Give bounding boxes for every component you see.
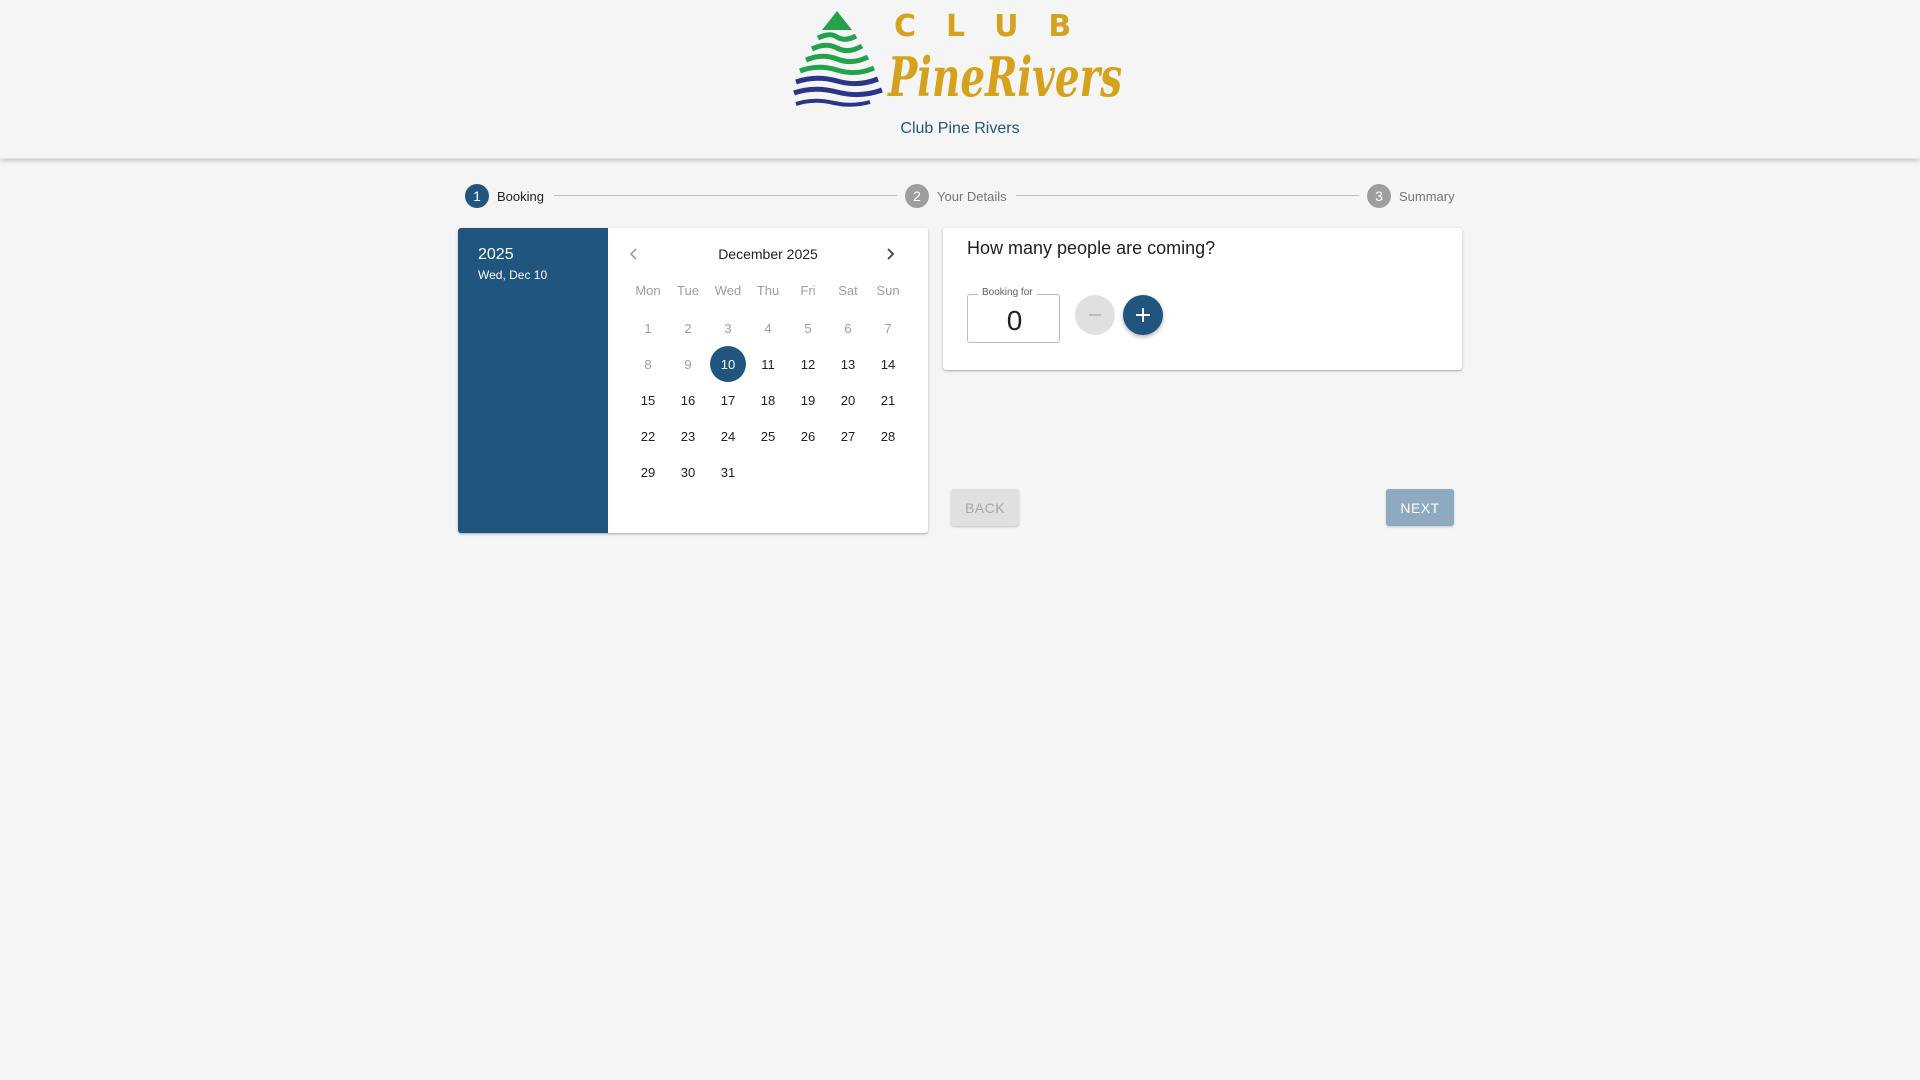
calendar-day[interactable]: 23 xyxy=(670,418,706,454)
step-booking[interactable]: 1 Booking xyxy=(465,184,544,208)
weekday-label: Fri xyxy=(800,282,816,298)
calendar-day[interactable]: 14 xyxy=(870,346,906,382)
weekday-label: Wed xyxy=(714,282,742,298)
step-number: 2 xyxy=(905,184,929,208)
calendar-day: 6 xyxy=(844,320,852,336)
calendar-day[interactable]: 26 xyxy=(790,418,826,454)
calendar-day[interactable]: 21 xyxy=(870,382,906,418)
booking-for-label: Booking for xyxy=(978,287,1037,298)
calendar-day[interactable]: 12 xyxy=(790,346,826,382)
club-pine-rivers-logo: CLUB PineRivers xyxy=(793,9,1122,109)
calendar-week: 8 9 10 11 12 13 14 xyxy=(630,346,910,382)
app-header: CLUB PineRivers Club Pine Rivers xyxy=(0,0,1920,159)
calendar-day[interactable]: 28 xyxy=(870,418,906,454)
calendar: December 2025 Mon Tue Wed Thu Fri Sat Sun 1234… xyxy=(608,228,928,533)
weekday-row: Mon Tue Wed Thu Fri Sat Sun xyxy=(630,280,910,300)
svg-text:PineRivers: PineRivers xyxy=(887,45,1122,109)
calendar-day[interactable]: 31 xyxy=(710,454,746,490)
step-label: Summary xyxy=(1399,188,1455,204)
calendar-day: 1 xyxy=(644,320,652,336)
weekday-label: Sun xyxy=(876,282,900,298)
step-connector xyxy=(554,195,897,196)
selected-date[interactable]: Wed, Dec 10 xyxy=(478,268,547,282)
club-name: Club Pine Rivers xyxy=(900,120,1020,137)
next-month-button[interactable] xyxy=(878,242,902,266)
chevron-right-icon xyxy=(887,248,895,260)
step-number: 1 xyxy=(465,184,489,208)
date-picker: 2025 Wed, Dec 10 December 2025 Mon Tue Wed… xyxy=(458,228,928,533)
calendar-day[interactable]: 29 xyxy=(630,454,666,490)
pine-tree-icon xyxy=(793,11,883,107)
calendar-header: December 2025 xyxy=(608,242,928,266)
minus-icon xyxy=(1089,314,1101,316)
calendar-day: 3 xyxy=(724,320,732,336)
calendar-day[interactable]: 15 xyxy=(630,382,666,418)
step-summary[interactable]: 3 Summary xyxy=(1367,184,1455,208)
calendar-day: 4 xyxy=(764,320,772,336)
calendar-day[interactable]: 17 xyxy=(710,382,746,418)
calendar-day: 2 xyxy=(684,320,692,336)
weekday-label: Tue xyxy=(677,282,699,298)
back-button[interactable]: Back xyxy=(951,489,1019,526)
date-picker-toolbar: 2025 Wed, Dec 10 xyxy=(458,228,608,533)
step-label: Your Details xyxy=(937,188,1007,204)
calendar-day[interactable]: 18 xyxy=(750,382,786,418)
calendar-day[interactable]: 22 xyxy=(630,418,666,454)
weekday-label: Mon xyxy=(635,282,661,298)
decrement-button[interactable] xyxy=(1075,295,1115,335)
calendar-day: 7 xyxy=(884,320,892,336)
svg-text:CLUB: CLUB xyxy=(894,9,1101,44)
calendar-day[interactable]: 13 xyxy=(830,346,866,382)
booking-for-field[interactable]: Booking for 0 xyxy=(967,287,1060,343)
guest-count-panel: How many people are coming? Booking for … xyxy=(943,228,1462,370)
plus-icon xyxy=(1136,308,1150,322)
calendar-day[interactable]: 11 xyxy=(750,346,786,382)
panel-question: How many people are coming? xyxy=(967,238,1216,258)
selected-year[interactable]: 2025 xyxy=(478,246,514,264)
step-label: Booking xyxy=(497,188,544,204)
calendar-week: 29 30 31 xyxy=(630,454,910,490)
calendar-day[interactable]: 19 xyxy=(790,382,826,418)
increment-button[interactable] xyxy=(1123,295,1163,335)
calendar-week: 1 2 3 4 5 6 7 xyxy=(630,310,910,346)
step-number: 3 xyxy=(1367,184,1391,208)
next-button[interactable]: Next xyxy=(1386,489,1454,526)
booking-count-value: 0 xyxy=(1006,305,1023,336)
weekday-label: Sat xyxy=(838,282,858,298)
calendar-day: 8 xyxy=(644,356,652,372)
step-connector xyxy=(1016,195,1359,196)
calendar-day: 9 xyxy=(684,356,692,372)
calendar-day[interactable]: 16 xyxy=(670,382,706,418)
calendar-day: 5 xyxy=(804,320,812,336)
booking-stepper: 1 Booking 2 Your Details 3 Summary xyxy=(465,184,1455,208)
calendar-week: 15 16 17 18 19 20 21 xyxy=(630,382,910,418)
weekday-label: Thu xyxy=(756,282,780,298)
calendar-week: 22 23 24 25 26 27 28 xyxy=(630,418,910,454)
calendar-day[interactable]: 27 xyxy=(830,418,866,454)
calendar-day-selected[interactable]: 10 xyxy=(710,346,746,382)
calendar-day[interactable]: 30 xyxy=(670,454,706,490)
calendar-day[interactable]: 25 xyxy=(750,418,786,454)
calendar-day[interactable]: 20 xyxy=(830,382,866,418)
calendar-day[interactable]: 24 xyxy=(710,418,746,454)
step-your-details[interactable]: 2 Your Details xyxy=(905,184,1007,208)
